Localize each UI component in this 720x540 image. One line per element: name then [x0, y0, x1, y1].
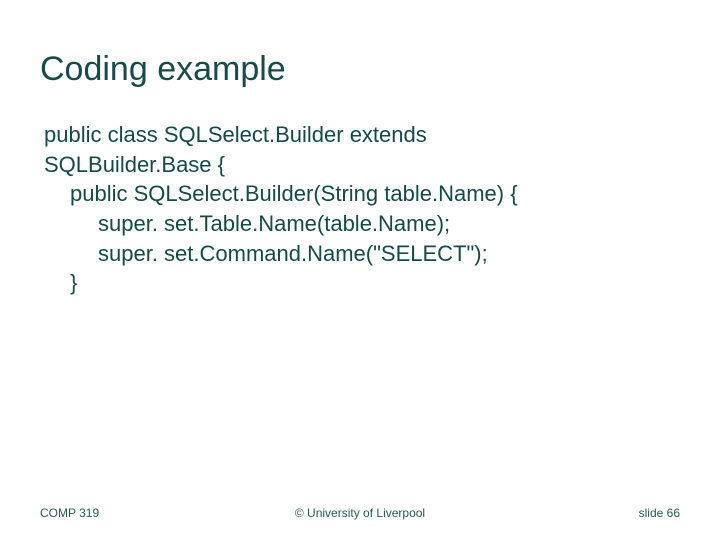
code-block: public class SQLSelect.Builder extends S… [40, 120, 680, 298]
code-line: super. set.Command.Name("SELECT"); [98, 239, 680, 269]
slide-title: Coding example [40, 50, 286, 89]
code-line: SQLBuilder.Base { [44, 150, 680, 180]
code-line: super. set.Table.Name(table.Name); [98, 209, 680, 239]
code-line: public class SQLSelect.Builder extends [44, 120, 680, 150]
slide: Coding example public class SQLSelect.Bu… [0, 0, 720, 540]
code-line: } [70, 268, 680, 298]
footer-course-code: COMP 319 [40, 506, 99, 520]
code-line: public SQLSelect.Builder(String table.Na… [70, 179, 680, 209]
footer: COMP 319 © University of Liverpool slide… [40, 506, 680, 520]
footer-slide-number: slide 66 [639, 506, 680, 520]
footer-copyright: © University of Liverpool [40, 506, 680, 520]
